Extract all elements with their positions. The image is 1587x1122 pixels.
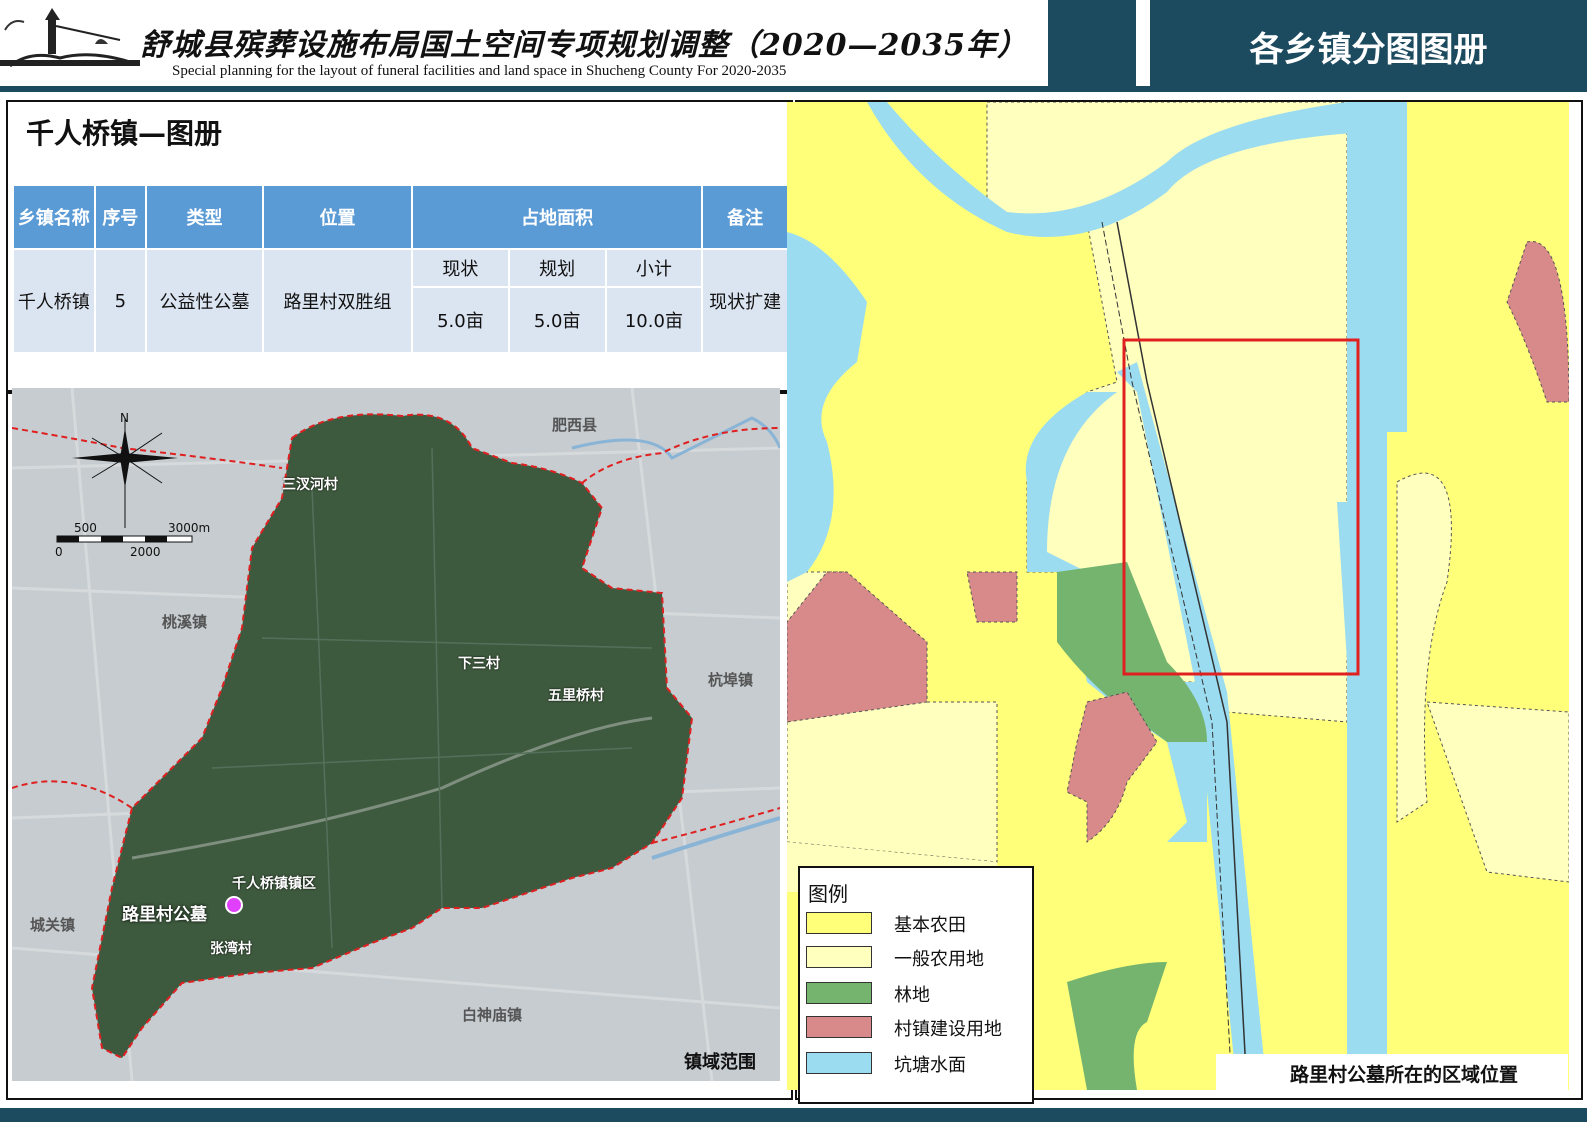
header-subtitle: Special planning for the layout of funer…	[172, 63, 787, 79]
legend-label-general-farmland: 一般农用地	[894, 949, 984, 970]
footer-bar	[0, 1108, 1587, 1122]
cell-seq: 5	[93, 248, 148, 354]
label-hangbu: 杭埠镇	[708, 671, 754, 689]
label-qianrenqiao: 千人桥镇镇区	[232, 876, 316, 892]
left-map-caption: 镇域范围	[684, 1052, 756, 1073]
cell-type: 公益性公墓	[145, 248, 264, 354]
cell-town: 千人桥镇	[12, 248, 96, 354]
label-sanchahe: 三汊河村	[282, 477, 338, 493]
header-area: 占地面积	[411, 184, 704, 250]
town-satellite-map	[12, 388, 780, 1081]
cell-location: 路里村双胜组	[261, 248, 414, 354]
legend-swatch-pond-water	[806, 1052, 872, 1074]
site-map-caption: 路里村公墓所在的区域位置	[1290, 1064, 1519, 1086]
header-seq: 序号	[93, 184, 148, 250]
cell-planned: 5.0亩	[507, 286, 607, 354]
town-title: 千人桥镇—图册	[26, 117, 223, 150]
subheader-subtotal: 小计	[604, 248, 704, 288]
header-bar-segment	[1048, 0, 1136, 86]
legend-swatch-basic-farmland	[806, 912, 872, 934]
label-baishenmiao: 白神庙镇	[462, 1006, 523, 1024]
scale-bar-icon	[56, 535, 193, 543]
cemetery-info-table: 乡镇名称 序号 类型 位置 占地面积 备注 千人桥镇 5 公益性公墓 路里村双胜…	[12, 184, 789, 354]
fisherman-logo-icon	[0, 8, 140, 68]
label-feixi: 肥西县	[552, 416, 598, 434]
legend-title: 图例	[808, 882, 848, 906]
header-divider	[0, 86, 1587, 92]
header-type: 类型	[145, 184, 264, 250]
label-xiasan: 下三村	[458, 656, 500, 672]
header-note: 备注	[701, 184, 789, 250]
north-label: N	[120, 411, 129, 425]
legend-label-pond-water: 坑塘水面	[894, 1055, 966, 1076]
header-title: 舒城县殡葬设施布局国土空间专项规划调整（2020—2035年）	[140, 28, 1028, 63]
cell-current: 5.0亩	[411, 286, 510, 354]
label-luli-cemetery: 路里村公墓	[122, 905, 207, 925]
legend-label-village-land: 村镇建设用地	[894, 1019, 1002, 1040]
header-town: 乡镇名称	[12, 184, 96, 250]
scale-label-2000: 2000	[130, 545, 161, 559]
cell-subtotal: 10.0亩	[604, 286, 704, 354]
header-gap	[1136, 0, 1150, 86]
scale-label-0: 0	[55, 545, 63, 559]
header-location: 位置	[261, 184, 414, 250]
scale-label-3000m: 3000m	[168, 521, 211, 535]
subheader-current: 现状	[411, 248, 510, 288]
label-taoxi: 桃溪镇	[162, 613, 208, 631]
legend-swatch-general-farmland	[806, 946, 872, 968]
label-zhangwan: 张湾村	[210, 941, 252, 957]
section-title: 各乡镇分图图册	[1249, 30, 1488, 70]
cell-note: 现状扩建	[701, 248, 789, 354]
legend-label-forest: 林地	[894, 985, 930, 1006]
legend-label-basic-farmland: 基本农田	[894, 915, 966, 936]
cemetery-marker-icon	[225, 896, 243, 914]
legend-swatch-village-land	[806, 1016, 872, 1038]
scale-label-500: 500	[74, 521, 97, 535]
subheader-planned: 规划	[507, 248, 607, 288]
label-chengguan: 城关镇	[30, 916, 76, 934]
label-wuliqiao: 五里桥村	[548, 688, 604, 704]
legend-swatch-forest	[806, 982, 872, 1004]
